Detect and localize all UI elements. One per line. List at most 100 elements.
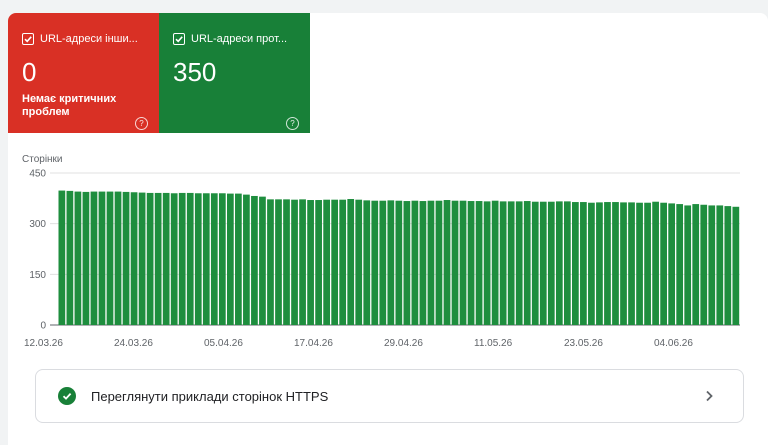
chart-bar	[235, 193, 242, 325]
tile-protected-urls[interactable]: URL-адреси прот... 350 ?	[159, 13, 310, 133]
chart-bar	[347, 199, 355, 325]
chart-bar	[604, 202, 611, 325]
chart-bar	[716, 205, 724, 325]
chart-bar	[130, 192, 138, 325]
chart-bar	[555, 201, 563, 325]
chart-bar	[323, 199, 330, 325]
chart-bar	[307, 200, 314, 325]
chart-bar	[588, 202, 595, 325]
chart-bar	[483, 201, 491, 325]
chart-bar	[218, 193, 226, 325]
chart-bar	[668, 203, 676, 325]
chart-bar	[210, 193, 218, 325]
chart-bar	[636, 202, 643, 325]
chart-bar	[612, 202, 619, 325]
chart-bar	[724, 206, 732, 325]
chart-bar	[66, 190, 74, 325]
x-tick-label: 05.04.26	[204, 338, 243, 349]
y-tick-label: 300	[29, 219, 46, 230]
x-tick-label: 04.06.26	[654, 338, 693, 349]
chart-bar	[676, 204, 684, 325]
chart-bar	[90, 191, 98, 325]
chart-bar	[291, 199, 298, 325]
y-tick-label: 150	[29, 270, 46, 281]
chart-bar	[283, 199, 290, 325]
chart-bar	[387, 200, 395, 325]
checkbox-icon[interactable]	[22, 33, 34, 45]
y-tick-label: 450	[29, 169, 46, 180]
chart-bar	[451, 200, 459, 325]
chart-bar	[122, 191, 130, 325]
chart-bar	[467, 201, 475, 325]
chevron-right-icon	[706, 390, 713, 402]
chart-svg: Сторінки 0 150 300 450 12.03.26 24.03.26 05.04.…	[22, 154, 740, 349]
tile-value: 0	[22, 57, 37, 87]
link-label: Переглянути приклади сторінок HTTPS	[91, 388, 329, 404]
chart-bar	[443, 200, 451, 325]
x-tick-label: 17.04.26	[294, 338, 333, 349]
y-axis-title: Сторінки	[22, 154, 63, 165]
x-tick-label: 12.03.26	[24, 338, 63, 349]
chart-bar	[660, 202, 667, 325]
y-tick-label: 0	[40, 321, 46, 332]
chart-bar	[154, 192, 162, 325]
chart-bar	[644, 202, 651, 325]
chart-bar	[572, 202, 579, 325]
chart-bar	[162, 192, 170, 325]
chart-bar	[178, 192, 186, 325]
checkbox-icon[interactable]	[173, 33, 185, 45]
chart-bar	[146, 192, 154, 325]
help-icon[interactable]: ?	[286, 117, 299, 130]
tile-value: 350	[173, 57, 217, 87]
tile-label: URL-адреси прот...	[191, 33, 288, 45]
chart-bar	[339, 199, 347, 325]
chart-bar	[331, 199, 339, 325]
tile-header: URL-адреси прот...	[173, 31, 310, 47]
x-tick-label: 24.03.26	[114, 338, 153, 349]
chart-bar	[114, 191, 122, 325]
chart-bar	[620, 202, 627, 325]
chart-bar	[267, 199, 274, 325]
chart-bar	[628, 202, 635, 325]
chart-bar	[708, 205, 716, 325]
chart-bar	[700, 204, 708, 325]
chart-bar	[547, 201, 555, 325]
chart-bar	[427, 200, 435, 325]
chart-bar	[531, 201, 539, 325]
chart-bar	[355, 199, 363, 325]
chart-bar	[186, 192, 194, 325]
view-https-examples-link[interactable]: Переглянути приклади сторінок HTTPS	[35, 369, 744, 423]
chart-bar	[363, 200, 371, 325]
chart-bar	[58, 190, 66, 325]
chart-bar	[379, 200, 387, 325]
chart-bar	[435, 200, 443, 325]
chart-bar	[395, 200, 403, 325]
chart-bar	[507, 201, 515, 325]
chart-bar	[371, 200, 379, 325]
chart-bar	[251, 195, 258, 325]
tile-label: URL-адреси інши...	[40, 33, 138, 45]
chart-bar	[275, 199, 282, 325]
chart-bar	[539, 201, 547, 325]
tile-subtitle: Немає критичних проблем	[22, 93, 117, 118]
help-icon[interactable]: ?	[135, 117, 148, 130]
chart-bar	[523, 201, 531, 325]
chart-bar	[580, 202, 587, 325]
chart-bar	[403, 201, 411, 325]
chart-bar	[515, 201, 523, 325]
x-tick-label: 23.05.26	[564, 338, 603, 349]
chart-bar	[138, 192, 146, 325]
pages-chart: Сторінки 0 150 300 450 12.03.26 24.03.26 05.04.…	[8, 149, 768, 349]
chart-bar	[194, 193, 202, 325]
chart-bar	[459, 200, 467, 325]
chart-bar	[563, 201, 571, 325]
check-circle-icon	[58, 387, 76, 405]
chart-bar	[652, 201, 659, 325]
chart-bar	[259, 196, 266, 325]
chart-bar	[82, 191, 90, 325]
tile-other-urls[interactable]: URL-адреси інши... 0 Немає критичних про…	[8, 13, 159, 133]
chart-bar	[732, 206, 740, 325]
chart-bar	[226, 193, 234, 325]
chart-bar	[315, 200, 322, 325]
chart-bar	[419, 201, 427, 325]
